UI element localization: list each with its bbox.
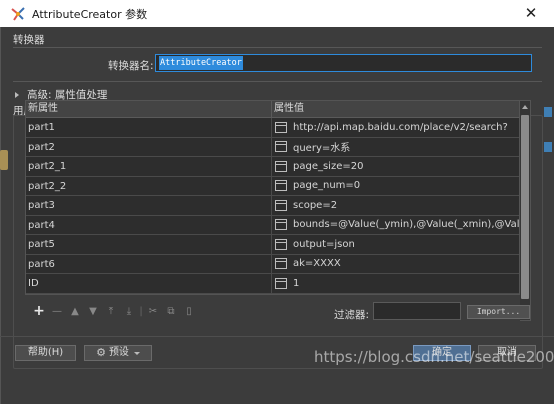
table-scrollbar[interactable] xyxy=(520,100,531,321)
attribute-name-cell[interactable]: ID xyxy=(26,274,272,293)
attribute-name-cell[interactable]: part2 xyxy=(26,137,272,156)
attribute-value-cell[interactable]: scope=2 xyxy=(272,196,519,215)
background-canvas-node xyxy=(544,107,552,117)
transformer-name-value: AttributeCreator xyxy=(159,56,243,70)
attribute-value-cell[interactable]: page_size=20 xyxy=(272,157,519,176)
attribute-value-text: query=水系 xyxy=(293,143,351,155)
column-header-new-attribute[interactable]: 新属性 xyxy=(26,101,272,117)
cut-icon[interactable]: ✂ xyxy=(144,304,162,318)
fme-transformer-icon xyxy=(10,6,26,22)
remove-row-icon[interactable]: — xyxy=(48,304,66,318)
move-down-icon[interactable]: ▼ xyxy=(84,304,102,318)
table-row[interactable]: part1 http://api.map.baidu.com/place/v2/s… xyxy=(26,118,519,138)
presets-button[interactable]: ⚙ 预设 xyxy=(84,345,152,361)
attribute-value-cell[interactable]: output=json xyxy=(272,235,519,254)
filter-input[interactable] xyxy=(373,302,461,320)
column-header-attribute-value[interactable]: 属性值 xyxy=(272,101,519,117)
attribute-value-text: page_size=20 xyxy=(293,160,364,172)
attribute-value-cell[interactable]: http://api.map.baidu.com/place/v2/search… xyxy=(272,118,519,137)
window-title: AttributeCreator 参数 xyxy=(32,7,148,21)
attribute-value-text: http://api.map.baidu.com/place/v2/search… xyxy=(293,121,508,133)
table-row[interactable]: part5 output=json xyxy=(26,235,519,255)
attribute-name-cell[interactable]: part4 xyxy=(26,215,272,234)
background-canvas-node xyxy=(0,150,8,170)
help-button[interactable]: 帮助(H) xyxy=(15,345,76,361)
attribute-value-cell[interactable]: bounds=@Value(_ymin),@Value(_xmin),@Valu… xyxy=(272,216,519,235)
table-row[interactable]: part6 ak=XXXX xyxy=(26,254,519,274)
table-header: 新属性 属性值 xyxy=(26,101,519,118)
attribute-name-cell[interactable]: part2_2 xyxy=(26,176,272,195)
attribute-name-cell[interactable]: part2_1 xyxy=(26,157,272,176)
scroll-thumb[interactable] xyxy=(521,115,529,299)
text-editor-icon[interactable] xyxy=(275,160,287,172)
attribute-name-cell[interactable]: part6 xyxy=(26,254,272,273)
attribute-value-text: scope=2 xyxy=(293,199,338,211)
table-row[interactable]: part4 bounds=@Value(_ymin),@Value(_xmin),… xyxy=(26,215,519,235)
chevron-down-icon xyxy=(133,351,140,355)
move-up-icon[interactable]: ▲ xyxy=(66,304,84,318)
transformer-name-label: 转换器名: xyxy=(108,60,154,72)
move-top-icon[interactable]: ⤒ xyxy=(102,304,120,318)
section-divider xyxy=(13,47,542,48)
gear-icon: ⚙ xyxy=(96,346,106,359)
filter-label: 过滤器: xyxy=(334,309,370,321)
scroll-up-icon[interactable] xyxy=(522,105,528,109)
table-row[interactable]: part2 query=水系 xyxy=(26,137,519,157)
table-row[interactable]: part2_2 page_num=0 xyxy=(26,176,519,196)
watermark-text: https://blog.csdn.net/seattle2009 xyxy=(314,348,554,366)
attribute-value-text: output=json xyxy=(293,238,355,250)
table-row[interactable]: part2_1 page_size=20 xyxy=(26,157,519,177)
text-editor-icon[interactable] xyxy=(275,219,287,231)
window-titlebar: AttributeCreator 参数 ✕ xyxy=(0,0,554,27)
table-row[interactable]: part3 scope=2 xyxy=(26,196,519,216)
section-divider xyxy=(13,81,542,82)
import-button[interactable]: Import... xyxy=(467,305,530,319)
attribute-name-cell[interactable]: part3 xyxy=(26,196,272,215)
transformer-section-label: 转换器 xyxy=(13,34,45,46)
add-row-icon[interactable]: + xyxy=(30,303,48,319)
text-editor-icon[interactable] xyxy=(275,121,287,133)
attributes-table: 新属性 属性值 part1 http://api.map.baidu.com/pl… xyxy=(25,100,520,295)
presets-label: 预设 xyxy=(108,347,129,358)
table-row[interactable]: ID 1 xyxy=(26,274,519,294)
text-editor-icon[interactable] xyxy=(275,258,287,270)
attribute-value-text: ak=XXXX xyxy=(293,258,341,270)
transformer-name-input[interactable]: AttributeCreator xyxy=(155,54,532,72)
text-editor-icon[interactable] xyxy=(275,199,287,211)
text-editor-icon[interactable] xyxy=(275,238,287,250)
attribute-value-text: page_num=0 xyxy=(293,180,361,192)
attribute-value-cell[interactable]: page_num=0 xyxy=(272,177,519,196)
attribute-value-text: 1 xyxy=(293,277,300,289)
attribute-value-cell[interactable]: 1 xyxy=(272,274,519,293)
text-editor-icon[interactable] xyxy=(275,141,287,153)
text-editor-icon[interactable] xyxy=(275,277,287,289)
attribute-name-cell[interactable]: part1 xyxy=(26,118,272,137)
attribute-value-cell[interactable]: ak=XXXX xyxy=(272,255,519,274)
attribute-value-cell[interactable]: query=水系 xyxy=(272,138,519,157)
paste-icon[interactable]: ▯ xyxy=(180,304,198,318)
footer-divider xyxy=(0,336,554,337)
move-bottom-icon[interactable]: ⤓ xyxy=(120,304,138,318)
copy-icon[interactable]: ⧉ xyxy=(162,304,180,318)
close-icon[interactable]: ✕ xyxy=(522,4,540,22)
attribute-name-cell[interactable]: part5 xyxy=(26,235,272,254)
expand-arrow-icon xyxy=(15,91,19,98)
table-toolbar: + — ▲ ▼ ⤒ ⤓ | ✂ ⧉ ▯ xyxy=(30,303,198,319)
text-editor-icon[interactable] xyxy=(275,180,287,192)
background-canvas-node xyxy=(544,142,552,152)
attribute-value-text: bounds=@Value(_ymin),@Value(_xmin),@Valu… xyxy=(293,219,519,231)
